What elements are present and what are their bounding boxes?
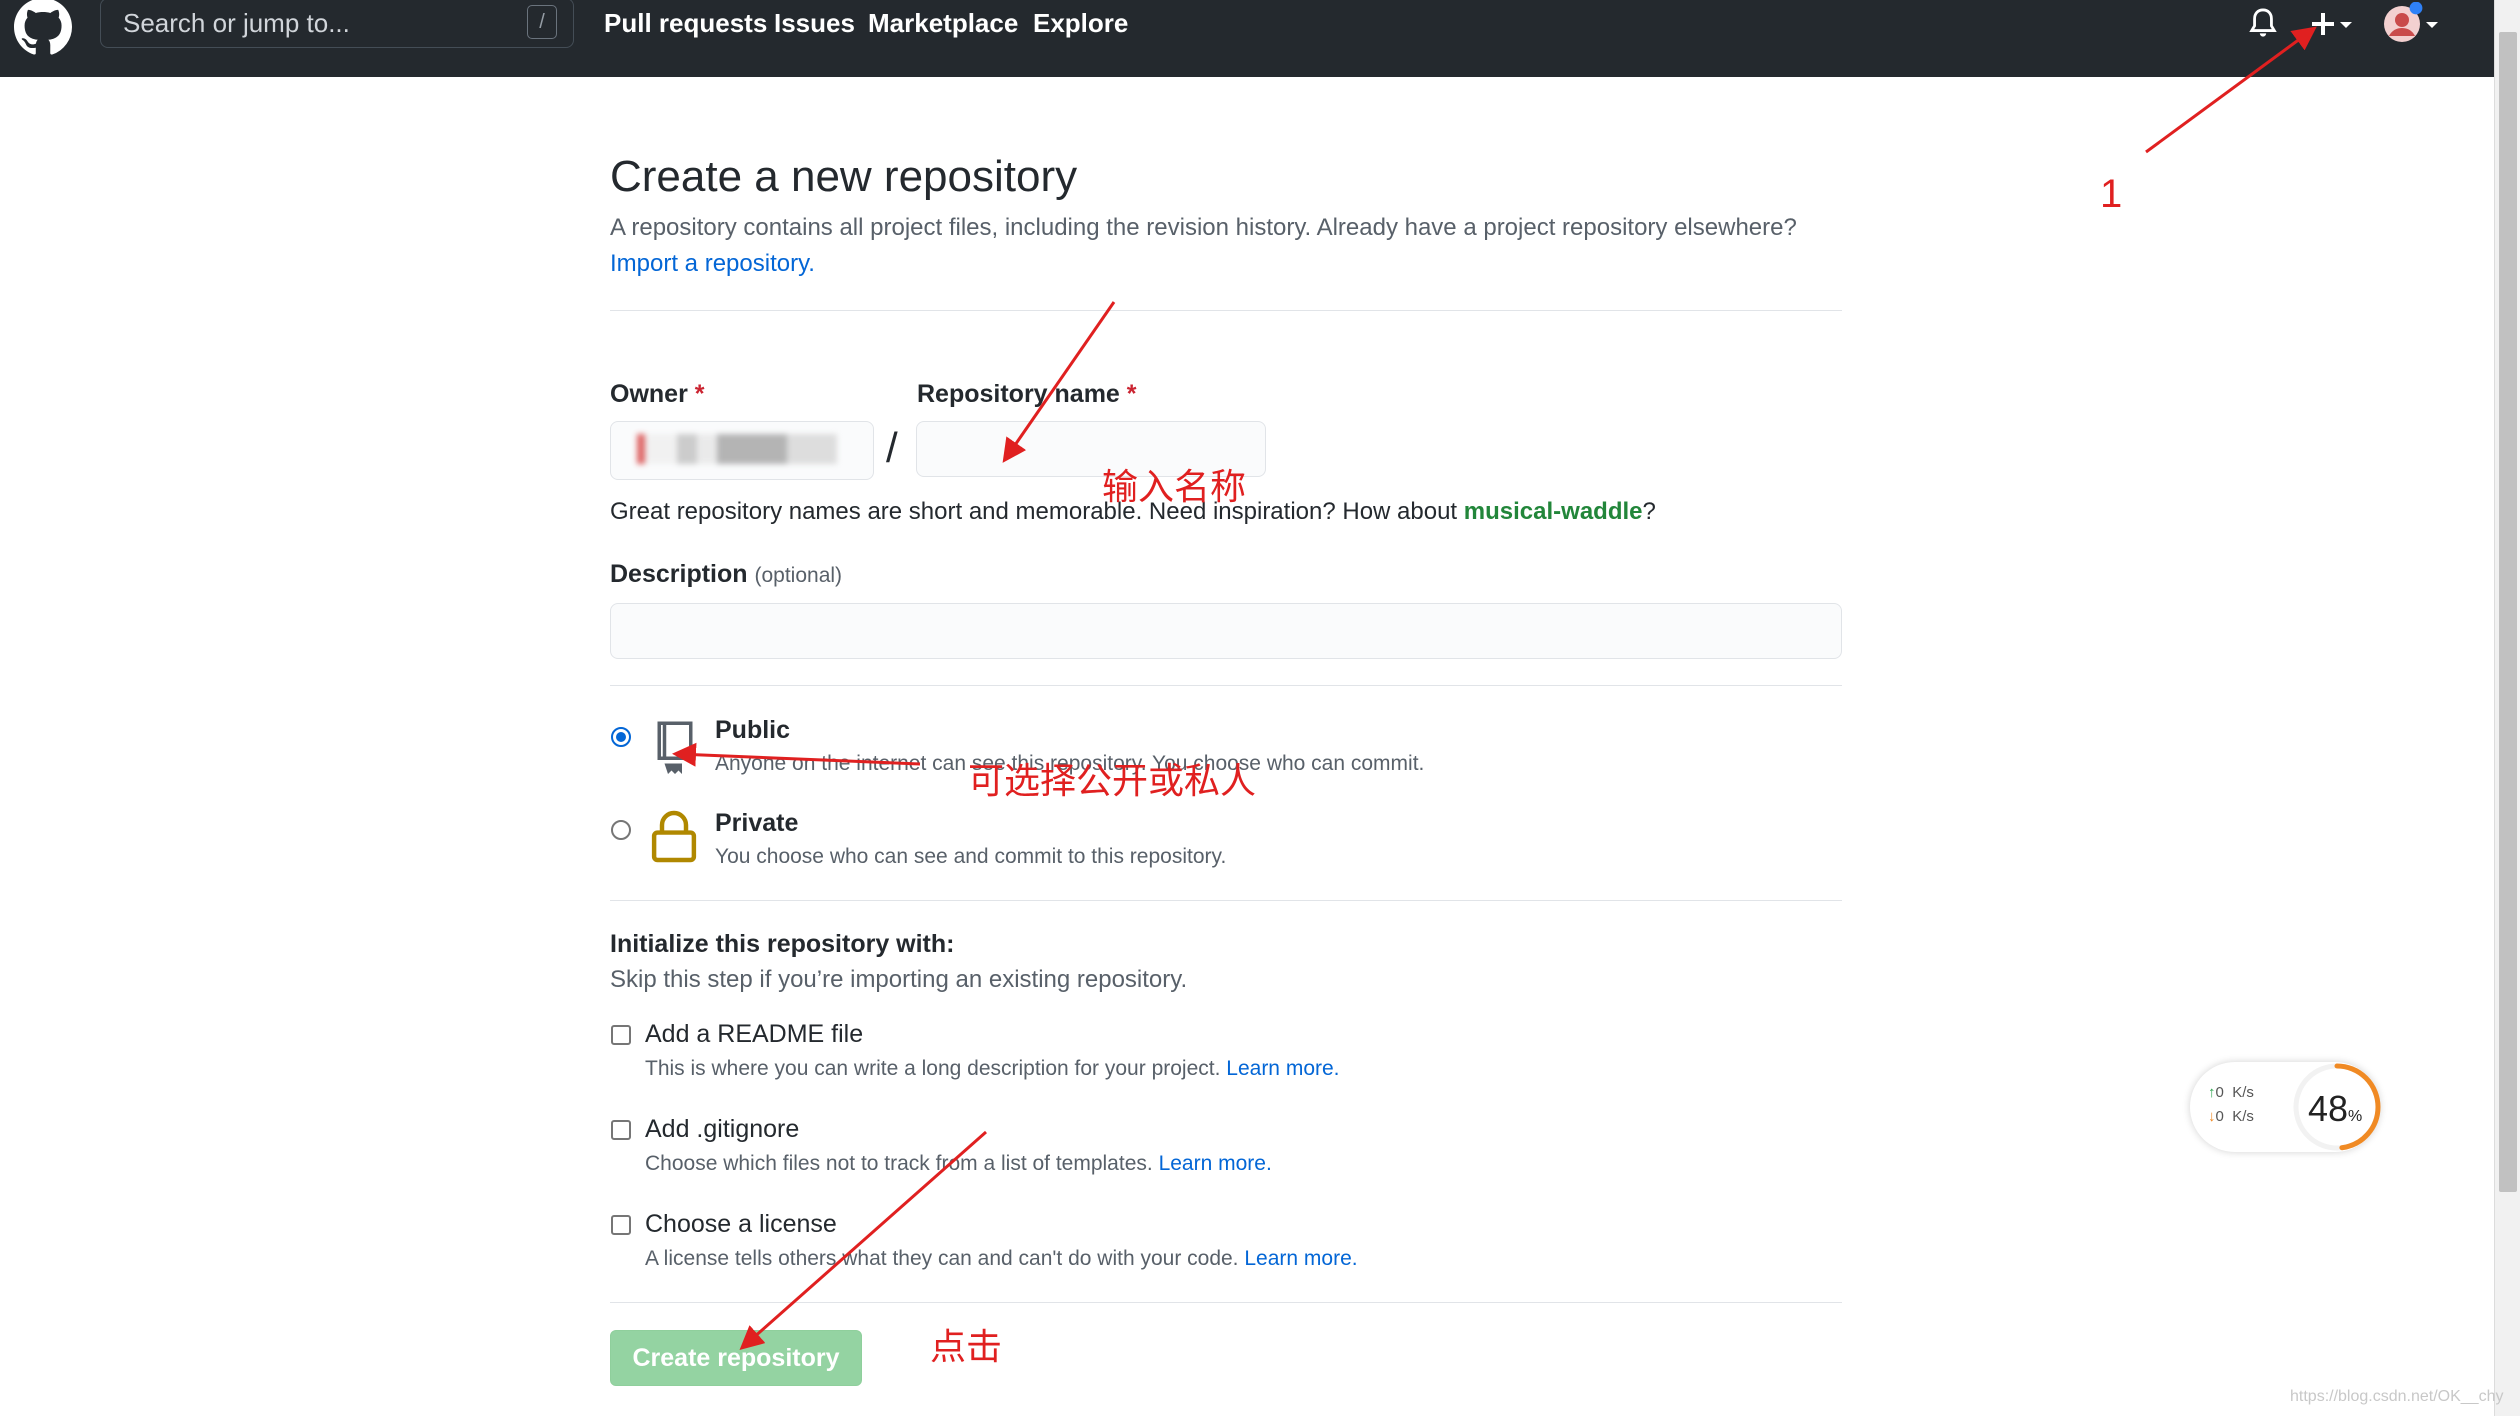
divider xyxy=(610,900,1842,901)
nav-explore[interactable]: Explore xyxy=(1033,8,1128,39)
gitignore-checkbox[interactable] xyxy=(611,1120,631,1140)
annotation-step-1: 1 xyxy=(2100,172,2123,216)
avatar xyxy=(2384,1,2438,42)
repo-book-icon xyxy=(657,721,693,774)
owner-label: Owner * xyxy=(610,380,705,408)
import-repository-link[interactable]: Import a repository. xyxy=(610,250,815,278)
notification-dot xyxy=(2409,1,2423,15)
owner-select[interactable] xyxy=(610,421,874,480)
init-subtitle: Skip this step if you’re importing an ex… xyxy=(610,966,1188,993)
annotation-click: 点击 xyxy=(930,1326,1003,1367)
nav-pull-requests[interactable]: Pull requests xyxy=(604,8,767,39)
license-checkbox[interactable] xyxy=(611,1215,631,1235)
private-description: You choose who can see and commit to thi… xyxy=(715,845,1227,868)
divider xyxy=(610,685,1842,686)
annotation-enter-name: 输入名称 xyxy=(1102,466,1247,507)
nav-marketplace[interactable]: Marketplace xyxy=(868,8,1018,39)
nav-issues[interactable]: Issues xyxy=(774,8,855,39)
search-box[interactable]: / xyxy=(100,0,574,48)
init-title: Initialize this repository with: xyxy=(610,930,955,958)
owner-avatar-blurred xyxy=(637,434,837,464)
search-input[interactable] xyxy=(121,7,505,39)
annotation-choose-visibility: 可选择公开或私人 xyxy=(968,760,1257,801)
github-logo-icon[interactable] xyxy=(14,0,72,56)
description-label: Description (optional) xyxy=(610,560,843,588)
plus-icon xyxy=(2312,13,2352,35)
public-radio[interactable] xyxy=(611,727,631,747)
repo-name-label: Repository name * xyxy=(917,380,1137,408)
create-new-dropdown[interactable] xyxy=(2304,4,2360,49)
top-header: / Pull requests Issues Marketplace Explo… xyxy=(0,0,2494,77)
network-speed-widget[interactable]: ↑0 K/s ↓0 K/s 48% xyxy=(2190,1062,2381,1152)
gitignore-title: Add .gitignore xyxy=(645,1115,800,1143)
license-description: A license tells others what they can and… xyxy=(645,1247,1358,1270)
private-radio[interactable] xyxy=(611,820,631,840)
gitignore-learn-more-link[interactable]: Learn more. xyxy=(1159,1152,1272,1175)
lock-icon xyxy=(651,810,697,863)
watermark: https://blog.csdn.net/OK__chy xyxy=(2290,1388,2504,1405)
download-speed: ↓0 K/s xyxy=(2208,1108,2254,1125)
public-title: Public xyxy=(715,716,791,744)
caret-down-icon xyxy=(2340,22,2352,28)
scrollbar-thumb[interactable] xyxy=(2499,32,2517,1192)
page-scrollbar[interactable] xyxy=(2494,0,2520,1416)
readme-checkbox[interactable] xyxy=(611,1025,631,1045)
page-lead: A repository contains all project files,… xyxy=(610,214,1797,241)
slash-shortcut-key: / xyxy=(527,5,557,39)
caret-down-icon xyxy=(2426,22,2438,28)
private-title: Private xyxy=(715,809,799,837)
license-learn-more-link[interactable]: Learn more. xyxy=(1244,1247,1357,1270)
readme-title: Add a README file xyxy=(645,1020,864,1048)
bell-icon[interactable] xyxy=(2248,6,2278,42)
owner-repo-separator: / xyxy=(886,424,898,471)
page-title: Create a new repository xyxy=(610,152,1078,201)
readme-learn-more-link[interactable]: Learn more. xyxy=(1226,1057,1339,1080)
suggested-name[interactable]: musical-waddle xyxy=(1464,498,1643,525)
create-repository-button[interactable]: Create repository xyxy=(610,1330,862,1386)
upload-speed: ↑0 K/s xyxy=(2208,1084,2254,1101)
user-menu[interactable] xyxy=(2380,1,2444,51)
gitignore-description: Choose which files not to track from a l… xyxy=(645,1152,1272,1175)
description-input[interactable] xyxy=(610,603,1842,659)
readme-description: This is where you can write a long descr… xyxy=(645,1057,1340,1080)
license-title: Choose a license xyxy=(645,1210,837,1238)
gauge-percent: 48% xyxy=(2308,1088,2363,1129)
divider xyxy=(610,1302,1842,1303)
divider xyxy=(610,310,1842,311)
